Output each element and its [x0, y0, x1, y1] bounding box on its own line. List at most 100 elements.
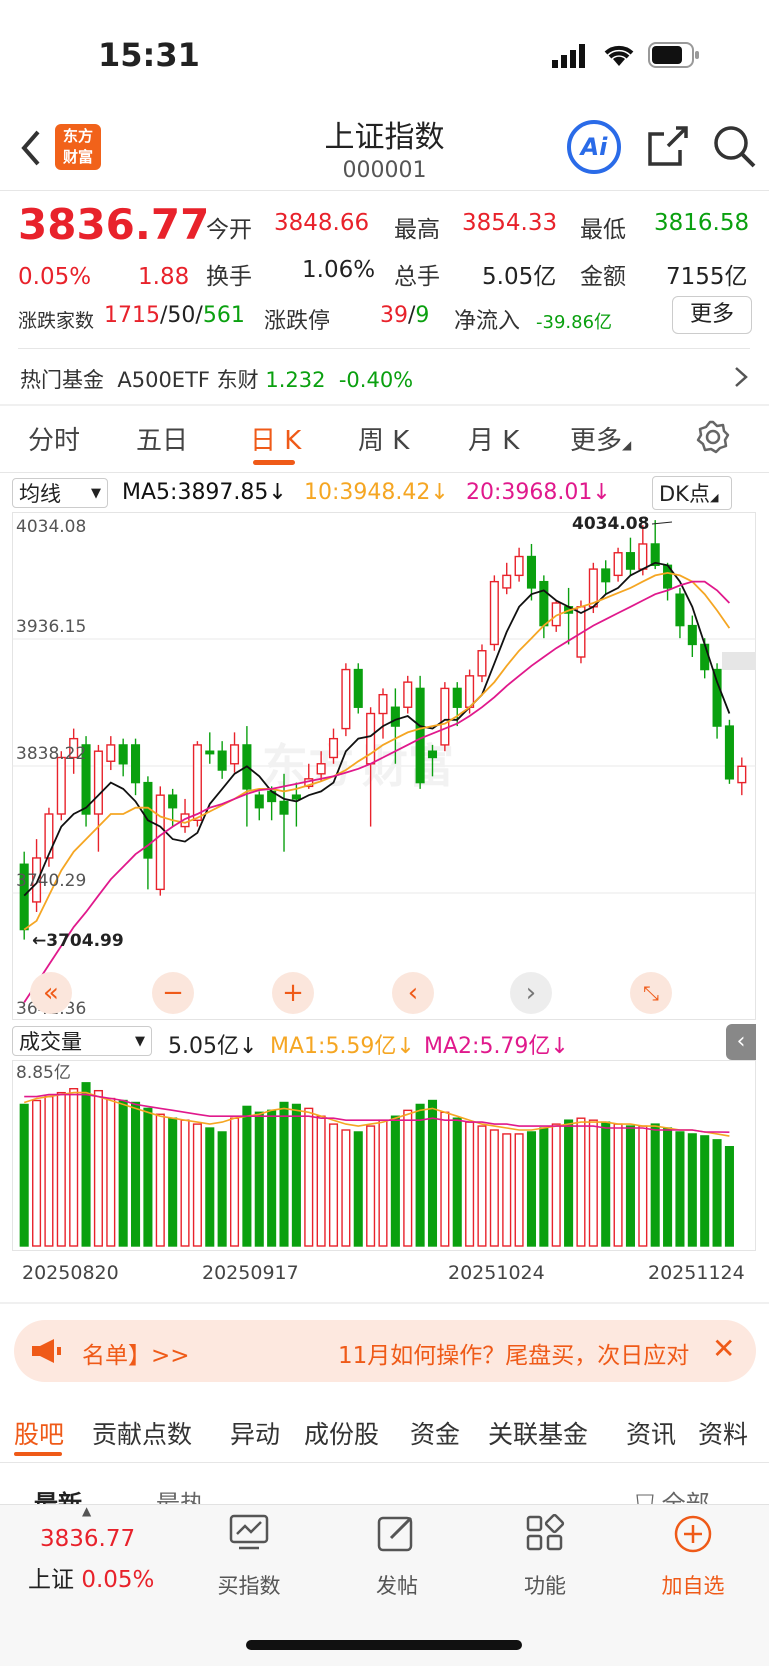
volume-bar [712, 1139, 722, 1247]
banner-text: 11月如何操作？尾盘买，次日应对 [338, 1343, 690, 1369]
tab-intraday[interactable]: 分时 [28, 420, 80, 457]
volume-bar [700, 1135, 710, 1247]
search-icon[interactable] [712, 124, 758, 174]
zoom-in-button[interactable]: + [272, 972, 314, 1014]
volume-bar [341, 1129, 351, 1247]
candle-body [465, 675, 475, 708]
volume-bar [143, 1107, 153, 1247]
candle-body [440, 687, 450, 746]
price-scroll-handle [722, 652, 756, 670]
scroll-right-button[interactable]: › [510, 972, 552, 1014]
volume-bar [118, 1099, 128, 1247]
open-value: 3848.66 [274, 210, 370, 236]
candle-body [328, 737, 339, 759]
share-icon[interactable] [646, 124, 690, 172]
candle-body [514, 555, 524, 577]
tab-guba[interactable]: 股吧 [14, 1415, 64, 1451]
hot-fund-row[interactable]: 热门基金 A500ETF 东财 1.232 -0.40% [20, 364, 413, 394]
turnover-value: 1.06% [302, 257, 376, 283]
low-label: 最低 [580, 217, 626, 243]
high-label: 最高 [394, 217, 440, 243]
scroll-left-fast-button[interactable]: « [30, 972, 72, 1014]
ma5-value: MA5:3897.85↓ [122, 480, 287, 505]
candle-body [502, 574, 512, 589]
candle-body [106, 744, 116, 762]
tab-profile[interactable]: 资料 [698, 1415, 748, 1451]
volume-bar [279, 1101, 289, 1247]
volume-bar [131, 1101, 141, 1247]
functions-button[interactable]: 功能 [490, 1570, 600, 1600]
vol-ma2-line [24, 1093, 730, 1133]
more-quote-button[interactable]: 更多 [672, 296, 752, 334]
grid-icon[interactable] [490, 1513, 600, 1561]
candle-body [192, 744, 202, 821]
candle-body [56, 756, 66, 815]
volume-ma1: MA1:5.59亿↓ [270, 1034, 415, 1059]
candle-body [168, 794, 178, 809]
candle-body [254, 794, 264, 809]
candle-body [118, 744, 128, 765]
volume-max-label: 8.85亿 [16, 1063, 71, 1083]
post-button[interactable]: 发帖 [342, 1570, 452, 1600]
ai-assistant-button[interactable]: Ai [567, 120, 621, 174]
candle-body [291, 794, 301, 800]
tab-weekly-k[interactable]: 周 K [358, 420, 409, 457]
indicator-select[interactable]: 均线 ▼ [12, 478, 108, 508]
candle-body [353, 668, 363, 708]
tab-news[interactable]: 资讯 [626, 1415, 676, 1451]
volume-bar [390, 1115, 400, 1247]
chevron-right-icon[interactable] [734, 366, 748, 392]
candle-body [539, 580, 549, 627]
candle-body [625, 552, 635, 570]
tab-contribution[interactable]: 贡献点数 [92, 1415, 192, 1451]
kline-chart[interactable]: 东方 财富 4034.08 3936.15 3838.22 3740.29 36… [12, 512, 756, 1020]
collapse-panel-button[interactable]: ‹ [726, 1024, 756, 1060]
dk-point-select[interactable]: DK点◢ [652, 476, 732, 510]
high-annotation: 4034.08 [572, 514, 649, 534]
home-indicator [246, 1640, 522, 1650]
volume-bar [465, 1121, 475, 1247]
tab-daily-k[interactable]: 日 K [250, 420, 301, 457]
volume-bar [353, 1131, 363, 1247]
volume-bar [613, 1123, 623, 1247]
candle-body [316, 763, 326, 775]
volume-bar [44, 1095, 54, 1247]
volume-bar [477, 1125, 487, 1247]
edit-icon[interactable] [342, 1514, 452, 1561]
tab-anomaly[interactable]: 异动 [230, 1415, 280, 1451]
volume-bar [69, 1088, 79, 1247]
volume-bar [229, 1117, 240, 1247]
candle-body [700, 643, 710, 671]
amount-value: 7155亿 [666, 264, 748, 290]
chart-icon[interactable] [194, 1514, 304, 1559]
zoom-out-button[interactable]: − [152, 972, 194, 1014]
volume-bar [564, 1119, 574, 1247]
volume-bar [638, 1125, 648, 1247]
add-watchlist-button[interactable]: 加自选 [638, 1570, 748, 1600]
candle-body [687, 624, 697, 646]
tab-funds[interactable]: 资金 [410, 1415, 460, 1451]
tab-constituents[interactable]: 成份股 [304, 1415, 379, 1451]
settings-gear-icon[interactable] [696, 420, 730, 458]
tab-more[interactable]: 更多◢ [570, 420, 631, 457]
volume-bar [366, 1125, 376, 1247]
volume-bar [663, 1127, 673, 1247]
buy-index-button[interactable]: 买指数 [194, 1570, 304, 1600]
banner-close-icon[interactable]: ✕ [712, 1332, 735, 1365]
volume-chart[interactable]: 8.85亿 [12, 1060, 756, 1260]
volume-indicator-select[interactable]: 成交量 ▼ [12, 1026, 152, 1056]
tab-five-day[interactable]: 五日 [136, 420, 188, 457]
tab-monthly-k[interactable]: 月 K [468, 420, 519, 457]
scroll-left-button[interactable]: ‹ [392, 972, 434, 1014]
candle-body [44, 813, 54, 859]
low-value: 3816.58 [654, 210, 750, 236]
candle-body [452, 687, 462, 708]
tab-related-funds[interactable]: 关联基金 [488, 1415, 588, 1451]
plus-circle-icon[interactable] [638, 1514, 748, 1563]
axis-label: 3936.15 [16, 617, 86, 637]
fullscreen-button[interactable]: ⤡ [630, 972, 672, 1014]
volume-bar [217, 1131, 227, 1247]
bottom-index-info[interactable]: 上证 0.05% [28, 1560, 154, 1594]
volume-bar [588, 1119, 598, 1247]
volume-value-label: 5.05亿↓ [168, 1034, 258, 1059]
